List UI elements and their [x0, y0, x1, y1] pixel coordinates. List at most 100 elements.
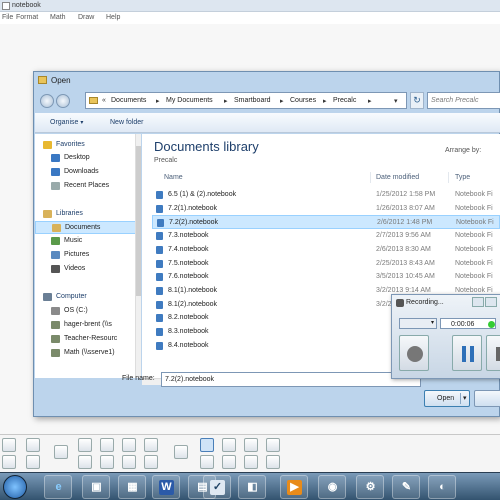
- line-tool-icon[interactable]: [244, 455, 258, 469]
- pause-button[interactable]: [452, 335, 482, 371]
- table-icon[interactable]: [122, 455, 136, 469]
- breadcrumb-documents[interactable]: Documents: [111, 97, 146, 104]
- taskbar-app[interactable]: ◐: [428, 475, 456, 499]
- page-sorter-icon[interactable]: [174, 445, 188, 459]
- full-screen-icon[interactable]: [122, 438, 136, 452]
- cancel-button[interactable]: [474, 390, 500, 407]
- file-row[interactable]: 7.2(2).notebook 2/6/2012 1:48 PM Notebook …: [152, 215, 500, 230]
- open-dropdown-arrow-icon[interactable]: ▾: [463, 394, 467, 402]
- taskbar-app[interactable]: ▣: [82, 475, 110, 499]
- recorder-source-select[interactable]: ▾: [399, 318, 437, 329]
- nav-scrollbar[interactable]: [135, 134, 141, 378]
- column-header-type[interactable]: Type: [455, 174, 470, 181]
- back-button[interactable]: [40, 94, 54, 108]
- menu-math[interactable]: Math: [50, 14, 66, 21]
- app-icon: ▣: [91, 481, 102, 493]
- breadcrumb-smartboard[interactable]: Smartboard: [234, 97, 271, 104]
- menu-draw[interactable]: Draw: [78, 14, 94, 21]
- menu-help[interactable]: Help: [106, 14, 120, 21]
- nav-item[interactable]: OS (C:): [35, 305, 137, 318]
- copy-icon[interactable]: [100, 438, 114, 452]
- menu-file[interactable]: File: [2, 14, 13, 21]
- text-tool-icon[interactable]: [222, 455, 236, 469]
- nav-item[interactable]: Recent Places: [35, 180, 137, 193]
- eraser-tool-icon[interactable]: [244, 438, 258, 452]
- nav-item[interactable]: Documents: [35, 221, 137, 234]
- new-page-icon[interactable]: [2, 438, 16, 452]
- new-folder-button[interactable]: New folder: [110, 119, 143, 126]
- file-row[interactable]: 7.5.notebook 2/25/2013 8:43 AM Notebook Fi: [152, 257, 500, 271]
- organize-button[interactable]: Organise ▾: [50, 119, 83, 126]
- libraries-icon: [43, 210, 52, 218]
- start-button[interactable]: [3, 475, 27, 499]
- open-file-icon[interactable]: [26, 438, 40, 452]
- nav-item[interactable]: Favorites: [35, 139, 137, 152]
- display-icon[interactable]: [54, 445, 68, 459]
- file-row[interactable]: 6.5 (1) & (2).notebook 1/25/2012 1:58 PM N…: [152, 188, 500, 202]
- refresh-button[interactable]: ↻: [410, 92, 424, 109]
- paste-icon[interactable]: [78, 438, 92, 452]
- chevron-right-icon[interactable]: ▸: [224, 97, 228, 105]
- fill-tool-icon[interactable]: [266, 438, 280, 452]
- forward-button[interactable]: [56, 94, 70, 108]
- nav-item[interactable]: Downloads: [35, 166, 137, 179]
- breadcrumb-courses[interactable]: Courses: [290, 97, 316, 104]
- chevron-right-icon[interactable]: ▸: [156, 97, 160, 105]
- highlighter-tool-icon[interactable]: [266, 455, 280, 469]
- taskbar-app[interactable]: ✎: [392, 475, 420, 499]
- nav-item[interactable]: Libraries: [35, 208, 137, 221]
- breadcrumb-my-documents[interactable]: My Documents: [166, 97, 213, 104]
- dialog-title-bar[interactable]: Open: [38, 75, 500, 87]
- address-bar[interactable]: « Documents ▸ My Documents ▸ Smartboard …: [85, 92, 407, 109]
- record-icon: [407, 346, 423, 362]
- nav-item[interactable]: Teacher-Resourc: [35, 333, 137, 346]
- open-button[interactable]: Open ▾: [424, 390, 470, 407]
- nav-item[interactable]: Pictures: [35, 249, 137, 262]
- nav-item[interactable]: Computer: [35, 291, 137, 304]
- recorder-minimize-button[interactable]: [472, 297, 484, 307]
- taskbar-media-player[interactable]: ▶: [280, 475, 308, 499]
- arrange-by-label[interactable]: Arrange by:: [445, 147, 481, 154]
- close-icon[interactable]: [144, 455, 158, 469]
- chevron-right-icon[interactable]: ▸: [323, 97, 327, 105]
- file-row[interactable]: 7.6.notebook 3/5/2013 10:45 AM Notebook Fi: [152, 270, 500, 284]
- pens-tool-icon[interactable]: [200, 455, 214, 469]
- taskbar-app[interactable]: ◧: [238, 475, 266, 499]
- undo-icon[interactable]: [2, 455, 16, 469]
- nav-item[interactable]: hager-brent (\\s: [35, 319, 137, 332]
- column-header-name[interactable]: Name: [164, 174, 183, 181]
- stop-button[interactable]: [486, 335, 500, 371]
- filename-input[interactable]: 7.2(2).notebook: [161, 372, 421, 387]
- file-row[interactable]: 7.3.notebook 2/7/2013 9:56 AM Notebook Fi: [152, 229, 500, 243]
- delete-icon[interactable]: [78, 455, 92, 469]
- menu-format[interactable]: Format: [16, 14, 38, 21]
- nav-item[interactable]: Math (\\sserve1): [35, 347, 137, 360]
- nav-item[interactable]: Desktop: [35, 152, 137, 165]
- breadcrumb-precalc[interactable]: Precalc: [333, 97, 356, 104]
- library-subtitle: Precalc: [154, 157, 178, 164]
- file-row[interactable]: 7.2(1).notebook 1/26/2013 8:07 AM Notebook…: [152, 202, 500, 216]
- record-button[interactable]: [399, 335, 429, 371]
- recorder-maximize-button[interactable]: [485, 297, 497, 307]
- file-row[interactable]: 7.4.notebook 2/6/2013 8:30 AM Notebook Fi: [152, 243, 500, 257]
- chevron-right-icon[interactable]: ▸: [280, 97, 284, 105]
- search-input[interactable]: Search Precalc: [427, 92, 500, 109]
- select-tool-icon[interactable]: [200, 438, 214, 452]
- shapes-tool-icon[interactable]: [222, 438, 236, 452]
- screen-shade-icon[interactable]: [144, 438, 158, 452]
- column-header-date[interactable]: Date modified: [376, 174, 419, 181]
- taskbar-internet-explorer[interactable]: e: [44, 475, 72, 499]
- file-type: Notebook Fi: [455, 191, 493, 198]
- taskbar-app[interactable]: ⚙: [356, 475, 384, 499]
- taskbar-smart-notebook[interactable]: ✓: [203, 475, 231, 499]
- taskbar-app[interactable]: ◉: [318, 475, 346, 499]
- taskbar-app[interactable]: ▦: [118, 475, 146, 499]
- notebook-file-icon: [156, 245, 163, 254]
- chevron-right-icon[interactable]: ▸: [368, 97, 372, 105]
- taskbar-word[interactable]: W: [152, 475, 180, 499]
- screen-capture-icon[interactable]: [100, 455, 114, 469]
- dropdown-arrow-icon[interactable]: ▾: [394, 97, 398, 105]
- nav-item[interactable]: Music: [35, 235, 137, 248]
- save-icon[interactable]: [26, 455, 40, 469]
- nav-item[interactable]: Videos: [35, 263, 137, 276]
